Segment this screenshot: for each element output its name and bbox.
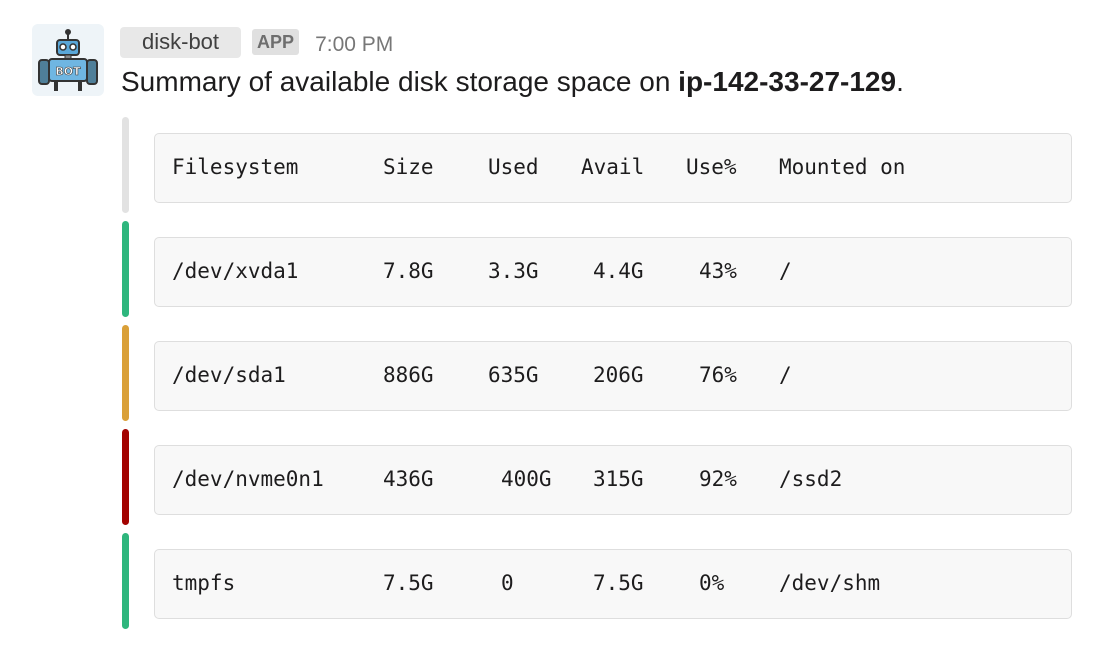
attachment-color-bar — [122, 325, 129, 421]
cell-mounted-on: /dev/shm — [779, 571, 881, 595]
cell-filesystem: /dev/nvme0n1 — [172, 467, 324, 491]
attachment-header: Filesystem Size Used Avail Use% Mounted … — [122, 117, 1074, 213]
attachment-color-bar — [122, 429, 129, 525]
hostname: ip-142-33-27-129 — [678, 66, 897, 97]
column-use-percent: Use% — [686, 155, 737, 179]
attachment-color-bar — [122, 533, 129, 629]
message: BOT disk-bot APP 7:00 PM Summary of avai… — [0, 0, 1111, 658]
column-filesystem: Filesystem — [172, 155, 299, 179]
column-avail: Avail — [581, 155, 645, 179]
cell-use-percent: 0% — [699, 571, 725, 595]
cell-size: 7.5G — [383, 571, 434, 595]
message-header: disk-bot APP 7:00 PM — [120, 26, 393, 58]
attachment-row: tmpfs 7.5G 0 7.5G 0% /dev/shm — [122, 533, 1074, 629]
username[interactable]: disk-bot — [120, 26, 242, 58]
attachment-row: /dev/xvda1 7.8G 3.3G 4.4G 43% / — [122, 221, 1074, 317]
cell-use-percent: 43% — [699, 259, 737, 283]
message-text: Summary of available disk storage space … — [121, 64, 904, 100]
attachment-row: /dev/sda1 886G 635G 206G 76% / — [122, 325, 1074, 421]
code-block: /dev/xvda1 7.8G 3.3G 4.4G 43% / — [154, 237, 1072, 307]
column-size: Size — [383, 155, 434, 179]
cell-avail: 4.4G — [593, 259, 644, 283]
cell-size: 7.8G — [383, 259, 434, 283]
timestamp[interactable]: 7:00 PM — [315, 33, 393, 57]
cell-used: 3.3G — [488, 259, 539, 283]
message-text-prefix: Summary of available disk storage space … — [121, 66, 679, 97]
attachment-color-bar — [122, 117, 129, 213]
app-badge: APP — [252, 29, 300, 55]
cell-use-percent: 92% — [699, 467, 737, 491]
cell-filesystem: /dev/xvda1 — [172, 259, 299, 283]
avatar-label: BOT — [55, 65, 81, 78]
cell-used: 400G — [501, 467, 552, 491]
cell-use-percent: 76% — [699, 363, 737, 387]
cell-used: 0 — [501, 571, 514, 595]
code-block: Filesystem Size Used Avail Use% Mounted … — [154, 133, 1072, 203]
cell-size: 886G — [383, 363, 434, 387]
column-used: Used — [488, 155, 539, 179]
cell-size: 436G — [383, 467, 434, 491]
cell-mounted-on: / — [779, 259, 792, 283]
cell-avail: 7.5G — [593, 571, 644, 595]
column-mounted-on: Mounted on — [779, 155, 906, 179]
cell-mounted-on: / — [779, 363, 792, 387]
attachment-color-bar — [122, 221, 129, 317]
cell-filesystem: /dev/sda1 — [172, 363, 286, 387]
cell-filesystem: tmpfs — [172, 571, 236, 595]
cell-avail: 315G — [593, 467, 644, 491]
cell-avail: 206G — [593, 363, 644, 387]
cell-mounted-on: /ssd2 — [779, 467, 843, 491]
code-block: tmpfs 7.5G 0 7.5G 0% /dev/shm — [154, 549, 1072, 619]
message-text-suffix: . — [896, 66, 904, 97]
attachment-row: /dev/nvme0n1 436G 400G 315G 92% /ssd2 — [122, 429, 1074, 525]
cell-used: 635G — [488, 363, 539, 387]
code-block: /dev/nvme0n1 436G 400G 315G 92% /ssd2 — [154, 445, 1072, 515]
robot-icon[interactable]: BOT — [32, 24, 104, 96]
code-block: /dev/sda1 886G 635G 206G 76% / — [154, 341, 1072, 411]
